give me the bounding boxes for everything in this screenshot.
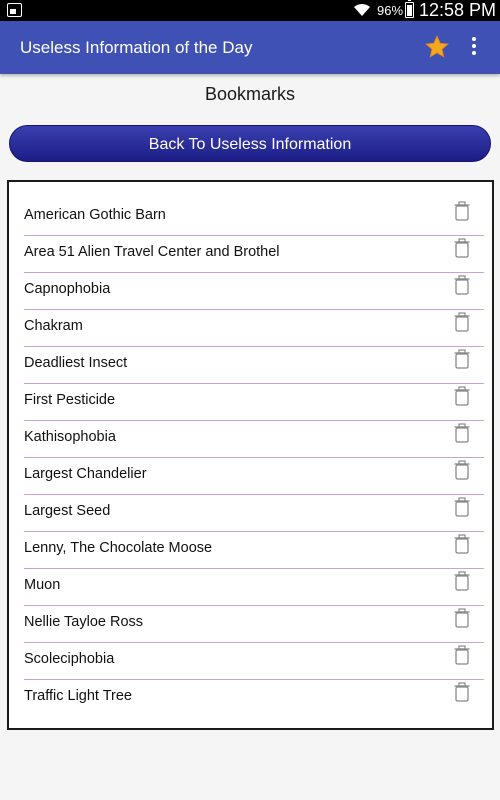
trash-icon[interactable]	[454, 497, 470, 517]
trash-icon[interactable]	[454, 275, 470, 295]
bookmark-row[interactable]: American Gothic Barn	[24, 199, 484, 236]
app-title: Useless Information of the Day	[20, 38, 253, 57]
bookmark-row[interactable]: First Pesticide	[24, 384, 484, 421]
bookmarks-list-container: American Gothic Barn Area 51 Alien Trave…	[7, 180, 494, 730]
bookmark-row[interactable]: Area 51 Alien Travel Center and Brothel	[24, 236, 484, 273]
bookmark-title[interactable]: Kathisophobia	[24, 429, 116, 445]
more-vert-icon[interactable]	[466, 35, 482, 61]
status-bar: 96% 12:58 PM	[0, 0, 500, 21]
bookmark-title[interactable]: Scoleciphobia	[24, 651, 114, 667]
page-title: Bookmarks	[204, 84, 296, 104]
bookmark-title[interactable]: Largest Seed	[24, 503, 110, 519]
bookmark-row[interactable]: Largest Seed	[24, 495, 484, 532]
app-bar: Useless Information of the Day	[0, 21, 500, 74]
bookmark-row[interactable]: Deadliest Insect	[24, 347, 484, 384]
bookmark-title[interactable]: Muon	[24, 577, 60, 593]
trash-icon[interactable]	[454, 386, 470, 406]
bookmark-row[interactable]: Nellie Tayloe Ross	[24, 606, 484, 643]
bookmark-title[interactable]: Chakram	[24, 318, 83, 334]
trash-icon[interactable]	[454, 571, 470, 591]
bookmark-title[interactable]: Traffic Light Tree	[24, 688, 132, 704]
bookmark-row[interactable]: Largest Chandelier	[24, 458, 484, 495]
bookmark-title[interactable]: Largest Chandelier	[24, 466, 147, 482]
bookmark-title[interactable]: First Pesticide	[24, 392, 115, 408]
screenshot-icon	[7, 3, 22, 17]
wifi-icon	[354, 3, 370, 16]
trash-icon[interactable]	[454, 201, 470, 221]
trash-icon[interactable]	[454, 608, 470, 628]
trash-icon[interactable]	[454, 460, 470, 480]
battery-icon	[405, 0, 414, 18]
trash-icon[interactable]	[454, 238, 470, 258]
bookmark-row[interactable]: Lenny, The Chocolate Moose	[24, 532, 484, 569]
trash-icon[interactable]	[454, 645, 470, 665]
bookmark-row[interactable]: Chakram	[24, 310, 484, 347]
bookmark-row[interactable]: Capnophobia	[24, 273, 484, 310]
bookmarks-list: American Gothic Barn Area 51 Alien Trave…	[24, 199, 484, 717]
trash-icon[interactable]	[454, 682, 470, 702]
bookmark-row[interactable]: Scoleciphobia	[24, 643, 484, 680]
bookmark-row[interactable]: Traffic Light Tree	[24, 680, 484, 717]
trash-icon[interactable]	[454, 349, 470, 369]
bookmark-row[interactable]: Muon	[24, 569, 484, 606]
trash-icon[interactable]	[454, 423, 470, 443]
bookmark-row[interactable]: Kathisophobia	[24, 421, 484, 458]
clock: 12:58 PM	[419, 0, 497, 20]
trash-icon[interactable]	[454, 312, 470, 332]
bookmark-title[interactable]: Nellie Tayloe Ross	[24, 614, 143, 630]
battery-percent: 96%	[377, 3, 404, 18]
star-icon[interactable]	[424, 34, 450, 60]
bookmark-title[interactable]: Deadliest Insect	[24, 355, 127, 371]
bookmark-title[interactable]: Capnophobia	[24, 281, 110, 297]
trash-icon[interactable]	[454, 534, 470, 554]
bookmark-title[interactable]: Area 51 Alien Travel Center and Brothel	[24, 244, 280, 260]
bookmark-title[interactable]: Lenny, The Chocolate Moose	[24, 540, 212, 556]
bookmark-title[interactable]: American Gothic Barn	[24, 207, 166, 223]
back-to-useless-information-button[interactable]: Back To Useless Information	[9, 125, 491, 162]
